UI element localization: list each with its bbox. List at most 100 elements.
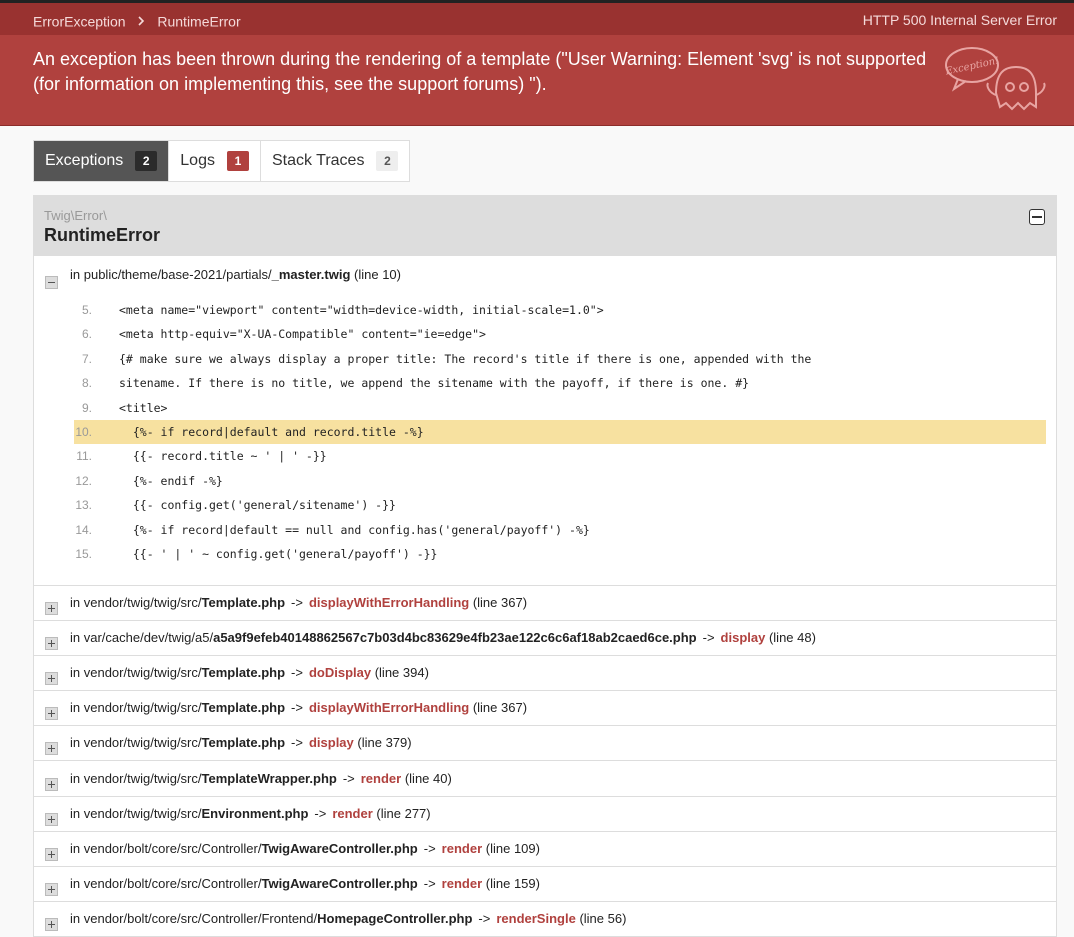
trace-line: (line 10) [354, 267, 401, 282]
expand-trace-icon[interactable] [45, 602, 58, 615]
arrow-icon: -> [314, 805, 327, 821]
error-header: ErrorException RuntimeError HTTP 500 Int… [0, 3, 1074, 126]
trace-path: vendor/twig/twig/src/ [83, 665, 202, 681]
line-number: 14. [75, 522, 92, 537]
trace-location: in vendor/twig/twig/src/Template.php -> do… [70, 665, 429, 681]
trace-row[interactable]: in vendor/twig/twig/src/TemplateWrapper.… [34, 761, 1056, 797]
line-number: 11. [76, 449, 92, 464]
trace-row[interactable]: in vendor/bolt/core/src/Controller/TwigA… [34, 831, 1056, 867]
trace-file: TwigAwareController.php [261, 840, 418, 856]
code-line: 6. <meta http-equiv="X-UA-Compatible" con… [74, 322, 1046, 346]
code-line: 13. {{- config.get('general/sitename') -… [74, 493, 1046, 517]
breadcrumb-item-errorexception[interactable]: ErrorException [33, 13, 126, 29]
expand-trace-icon[interactable] [45, 882, 58, 896]
code-text: {%- endif -%} [119, 473, 223, 488]
code-line: 9. <title> [74, 396, 1046, 420]
arrow-icon: -> [478, 910, 491, 926]
expand-trace-icon[interactable] [45, 777, 58, 791]
arrow-icon: -> [423, 840, 436, 856]
trace-function: render [360, 770, 402, 786]
count-badge: 2 [376, 151, 399, 171]
arrow-icon: -> [342, 770, 355, 786]
arrow-icon: -> [291, 700, 303, 716]
arrow-icon: -> [702, 630, 715, 646]
trace-path: public/theme/base-2021/partials/ [83, 267, 272, 282]
trace-function: renderSingle [496, 910, 576, 926]
trace-row[interactable]: in vendor/bolt/core/src/Controller/Front… [34, 901, 1056, 937]
trace-line: (line 367) [472, 700, 528, 716]
trace-line-expanded: in public/theme/base-2021/partials/_mast… [34, 256, 1056, 586]
trace-path: vendor/twig/twig/src/ [83, 700, 202, 716]
trace-location: in vendor/bolt/core/src/Controller/Front… [70, 910, 627, 926]
trace-line: (line 40) [404, 770, 452, 786]
line-number: 12. [75, 473, 92, 488]
code-text: {%- if record|default == null and config… [119, 522, 590, 537]
trace-file: _master.twig [271, 267, 351, 282]
expand-trace-icon[interactable] [45, 707, 58, 721]
code-text: {# make sure we always display a proper … [119, 351, 812, 366]
expand-trace-icon[interactable] [45, 742, 58, 756]
trace-prefix: in [70, 267, 84, 282]
trace-file: TemplateWrapper.php [201, 770, 337, 786]
trace-row[interactable]: in vendor/twig/twig/src/Environment.php -… [34, 796, 1056, 832]
trace-row[interactable]: in vendor/twig/twig/src/Template.php -> di… [34, 725, 1056, 762]
expand-trace-icon[interactable] [45, 812, 58, 826]
tab-exceptions[interactable]: Exceptions 2 [34, 141, 170, 181]
trace-function: displayWithErrorHandling [308, 700, 470, 716]
trace-location: in public/theme/base-2021/partials/_mast… [70, 267, 401, 282]
trace-row[interactable]: in var/cache/dev/twig/a5/a5a9f9efeb40148… [34, 620, 1056, 657]
trace-path: vendor/twig/twig/src/ [83, 735, 202, 751]
trace-file: Template.php [201, 700, 286, 716]
exception-panel: Twig\Error\ RuntimeError in public/theme… [33, 195, 1057, 937]
trace-file: Template.php [201, 735, 286, 751]
trace-row[interactable]: in vendor/twig/twig/src/Template.php -> do… [34, 655, 1056, 692]
line-number: 6. [81, 327, 92, 342]
code-text: {%- if record|default and record.title -… [119, 424, 424, 439]
code-text: sitename. If there is no title, we appen… [119, 376, 750, 391]
expand-trace-icon[interactable] [45, 917, 58, 931]
http-status: HTTP 500 Internal Server Error [862, 12, 1057, 28]
code-text: <meta name="viewport" content="width=dev… [119, 303, 604, 317]
code-text: <title> [119, 400, 168, 415]
line-number: 9. [81, 400, 92, 415]
trace-line: (line 277) [376, 805, 431, 821]
trace-path: vendor/bolt/core/src/Controller/ [83, 840, 262, 856]
tab-label: Exceptions [45, 152, 124, 169]
trace-file: TwigAwareController.php [261, 875, 418, 891]
trace-row[interactable]: in vendor/bolt/core/src/Controller/TwigA… [34, 866, 1056, 902]
ghost-icon: Exception! [944, 43, 1060, 117]
collapse-icon[interactable] [1029, 209, 1045, 225]
trace-line: (line 56) [579, 910, 627, 926]
count-badge: 1 [226, 151, 249, 171]
arrow-icon: -> [291, 735, 303, 751]
trace-line: (line 48) [768, 630, 816, 646]
trace-location: in vendor/twig/twig/src/Template.php -> di… [70, 700, 528, 716]
code-line: 15. {{- ' | ' ~ config.get('general/payo… [74, 542, 1046, 566]
code-line: 5. <meta name="viewport" content="width=d… [74, 298, 1046, 322]
tab-stack-traces[interactable]: Stack Traces 2 [261, 141, 409, 181]
trace-row[interactable]: in vendor/twig/twig/src/Template.php -> di… [34, 585, 1056, 621]
collapse-trace-icon[interactable] [45, 276, 58, 289]
trace-location: in vendor/bolt/core/src/Controller/TwigA… [70, 840, 540, 856]
trace-function: render [441, 875, 483, 891]
expand-trace-icon[interactable] [45, 847, 58, 861]
code-line: 12. {%- endif -%} [74, 469, 1046, 493]
trace-file: Environment.php [201, 805, 309, 821]
trace-line: (line 367) [472, 595, 528, 610]
trace-function: render [441, 840, 483, 856]
exception-message: An exception has been thrown during the … [33, 49, 927, 94]
arrow-icon: -> [291, 595, 303, 610]
tab-bar: Exceptions 2 Logs 1 Stack Traces 2 [33, 140, 411, 182]
trace-path: vendor/twig/twig/src/ [83, 805, 202, 821]
expand-trace-icon[interactable] [45, 637, 58, 651]
exception-header: Twig\Error\ RuntimeError [34, 196, 1056, 256]
tab-label: Logs [180, 152, 215, 169]
code-text: {{- record.title ~ ' | ' -}} [119, 449, 327, 464]
tab-logs[interactable]: Logs 1 [169, 141, 261, 181]
trace-row[interactable]: in vendor/twig/twig/src/Template.php -> di… [34, 690, 1056, 727]
trace-location: in vendor/twig/twig/src/TemplateWrapper.… [70, 770, 452, 786]
expand-trace-icon[interactable] [45, 672, 58, 686]
trace-function: display [720, 630, 766, 646]
trace-line: (line 379) [357, 735, 412, 751]
code-line-highlighted: 10. {%- if record|default and record.tit… [74, 419, 1046, 445]
